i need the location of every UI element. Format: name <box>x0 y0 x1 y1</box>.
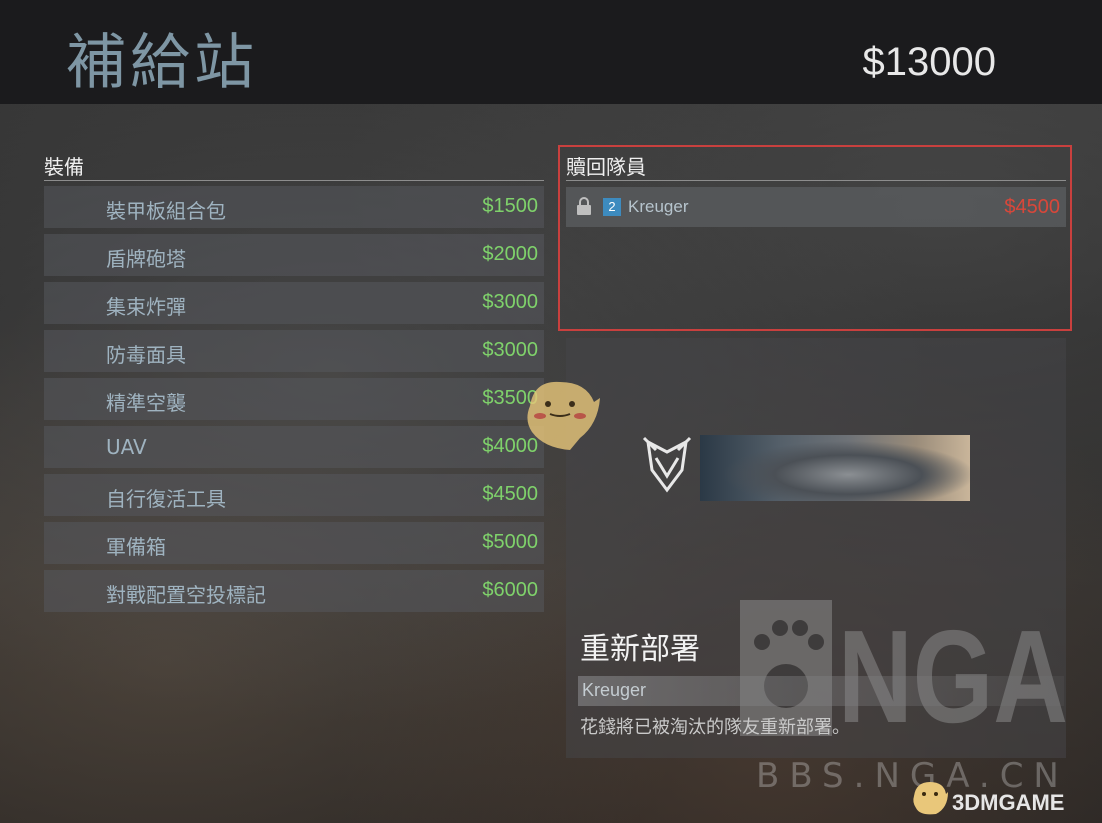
equipment-item-armor-plate[interactable]: 裝甲板組合包 $1500 <box>44 186 544 228</box>
money-balance: $13000 <box>862 40 996 84</box>
equipment-item-name: 盾牌砲塔 <box>106 247 186 271</box>
detail-description: 花錢將已被淘汰的隊友重新部署。 <box>580 717 850 738</box>
equipment-item-name: 精準空襲 <box>106 391 186 415</box>
equipment-item-price: $3000 <box>482 291 538 313</box>
equipment-item-name: 裝甲板組合包 <box>106 199 226 223</box>
equipment-item-name: 自行復活工具 <box>106 487 226 511</box>
top-bar: 補給站 $13000 <box>0 0 1102 104</box>
detail-player-name: Kreuger <box>582 680 647 700</box>
equipment-item-loadout-drop[interactable]: 對戰配置空投標記 $6000 <box>44 570 544 612</box>
equipment-item-price: $6000 <box>482 579 538 601</box>
equipment-item-name: 對戰配置空投標記 <box>106 583 266 607</box>
mascot-watermark-icon <box>527 381 600 450</box>
equipment-item-price: $1500 <box>482 195 538 217</box>
equipment-section-title: 裝備 <box>44 155 84 179</box>
3dmgame-mascot-icon <box>913 782 948 815</box>
equipment-item-price: $4500 <box>482 483 538 505</box>
equipment-item-uav[interactable]: UAV $4000 <box>44 426 544 468</box>
equipment-list: 裝甲板組合包 $1500 盾牌砲塔 $2000 集束炸彈 $3000 防毒面具 … <box>44 186 544 618</box>
equipment-item-price: $5000 <box>482 531 538 553</box>
equipment-item-price: $3000 <box>482 339 538 361</box>
emblem-icon <box>642 436 692 493</box>
equipment-item-munitions-box[interactable]: 軍備箱 $5000 <box>44 522 544 564</box>
detail-title: 重新部署 <box>580 632 700 667</box>
revive-highlight-frame <box>558 145 1072 331</box>
equipment-item-cluster-strike[interactable]: 集束炸彈 $3000 <box>44 282 544 324</box>
3dmgame-watermark-text: 3DMGAME <box>952 790 1065 815</box>
equipment-item-self-revive[interactable]: 自行復活工具 $4500 <box>44 474 544 516</box>
equipment-item-shield-turret[interactable]: 盾牌砲塔 $2000 <box>44 234 544 276</box>
page-title: 補給站 <box>66 28 258 98</box>
equipment-item-name: 軍備箱 <box>106 535 166 559</box>
equipment-item-name: UAV <box>106 435 147 459</box>
detail-player-bar <box>578 676 1064 706</box>
equipment-section-header: 裝備 <box>44 148 544 181</box>
equipment-item-name: 防毒面具 <box>106 343 186 367</box>
equipment-item-name: 集束炸彈 <box>106 295 186 319</box>
nga-watermark-text: NGA <box>838 603 1068 738</box>
equipment-item-gas-mask[interactable]: 防毒面具 $3000 <box>44 330 544 372</box>
equipment-item-price: $2000 <box>482 243 538 265</box>
player-banner-image <box>700 435 970 501</box>
equipment-item-precision-airstrike[interactable]: 精準空襲 $3500 <box>44 378 544 420</box>
